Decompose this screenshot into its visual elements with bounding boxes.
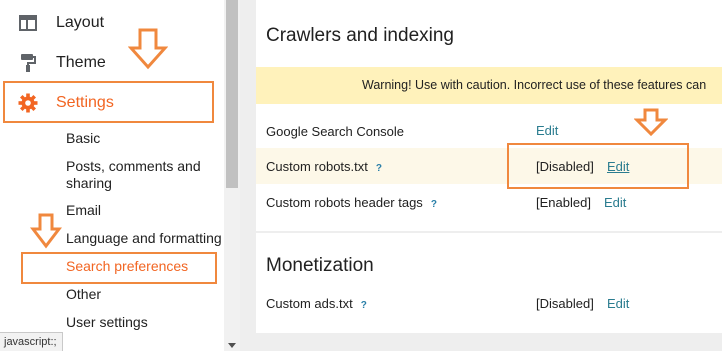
sidebar: Layout Theme Settings Basic Posts, comme… [0,0,224,351]
scrollbar-thumb[interactable] [226,0,238,188]
status-bar-url: javascript:; [0,332,63,351]
custom-robots-highlight-box [507,143,689,189]
layout-icon [18,13,38,33]
monetization-card: Monetization [256,233,722,333]
settings-highlight-box [3,81,214,123]
nav-theme[interactable]: Theme [0,43,224,83]
custom-robots-header-status: [Enabled] [536,195,591,210]
custom-ads-status: [Disabled] [536,296,594,311]
annotation-arrow-settings [128,28,168,70]
custom-robots-label: Custom robots.txt? [266,159,382,174]
custom-robots-help-icon[interactable]: ? [376,163,382,174]
annotation-arrow-search-preferences [30,213,62,249]
crawlers-section-title: Crawlers and indexing [266,25,454,46]
monetization-section-title: Monetization [266,255,374,276]
custom-ads-edit-link[interactable]: Edit [607,296,629,311]
warning-banner: Warning! Use with caution. Incorrect use… [256,67,722,104]
nav-theme-label: Theme [56,54,106,71]
search-preferences-highlight-box [21,252,217,284]
sidebar-scrollbar[interactable] [224,0,240,351]
sidebar-item-other[interactable]: Other [66,286,101,303]
sidebar-item-posts-comments[interactable]: Posts, comments and [66,158,201,175]
custom-robots-header-edit-link[interactable]: Edit [604,195,626,210]
warning-text: Warning! Use with caution. Incorrect use… [362,78,707,92]
sidebar-item-user-settings[interactable]: User settings [66,314,148,331]
nav-layout-label: Layout [56,14,105,31]
sidebar-item-email[interactable]: Email [66,202,101,219]
paint-roller-icon [18,53,38,73]
custom-robots-header-tags-label: Custom robots header tags? [266,195,437,210]
custom-robots-header-help-icon[interactable]: ? [431,199,437,210]
scroll-down-arrow-icon[interactable] [228,343,236,348]
nav-layout[interactable]: Layout [0,3,224,43]
custom-ads-label: Custom ads.txt? [266,296,367,311]
sidebar-item-posts-comments-cont[interactable]: sharing [66,175,112,192]
sidebar-item-basic[interactable]: Basic [66,130,100,147]
google-search-console-label: Google Search Console [266,124,405,139]
custom-ads-help-icon[interactable]: ? [361,300,367,311]
annotation-arrow-custom-robots [634,108,668,136]
sidebar-item-language[interactable]: Language and formatting [66,230,222,247]
google-search-console-edit-link[interactable]: Edit [536,123,558,138]
